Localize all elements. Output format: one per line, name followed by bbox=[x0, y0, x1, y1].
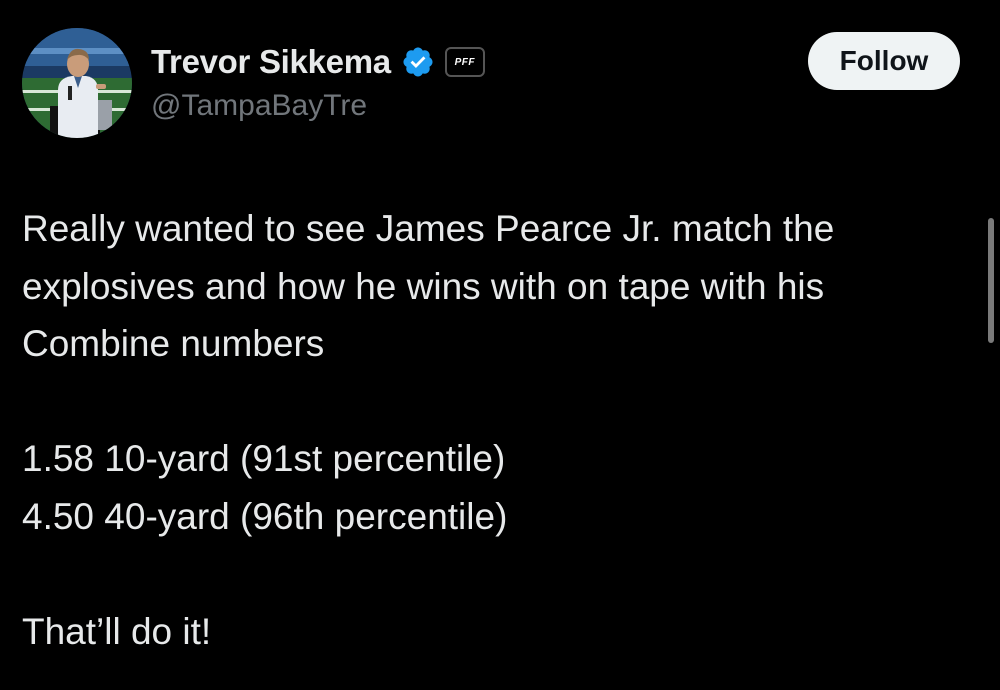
author-name-row: Trevor Sikkema PFF bbox=[151, 41, 485, 83]
affiliate-badge[interactable]: PFF bbox=[444, 47, 485, 77]
follow-button[interactable]: Follow bbox=[808, 32, 960, 90]
tweet-text-line: explosives and how he wins with on tape … bbox=[22, 265, 825, 307]
paragraph-break bbox=[22, 545, 962, 603]
scrollbar-thumb[interactable] bbox=[988, 218, 994, 343]
tweet-closing-line: That’ll do it! bbox=[22, 610, 212, 652]
tweet-card: Trevor Sikkema PFF @TampaBayTre Follow R… bbox=[0, 0, 1000, 690]
tweet-text: Really wanted to see James Pearce Jr. ma… bbox=[22, 200, 962, 660]
paragraph-break bbox=[22, 373, 962, 431]
affiliate-badge-label: PFF bbox=[454, 56, 475, 68]
verified-badge-icon[interactable] bbox=[401, 45, 435, 79]
author-handle[interactable]: @TampaBayTre bbox=[151, 89, 367, 123]
tweet-stat-line: 4.50 40-yard (96th percentile) bbox=[22, 495, 508, 537]
avatar[interactable] bbox=[22, 28, 132, 138]
avatar-image bbox=[22, 28, 132, 138]
author-display-name[interactable]: Trevor Sikkema bbox=[151, 43, 391, 81]
tweet-text-line: Combine numbers bbox=[22, 323, 325, 364]
tweet-stat-line: 1.58 10-yard (91st percentile) bbox=[22, 438, 506, 479]
tweet-text-line: Really wanted to see James Pearce Jr. ma… bbox=[22, 208, 835, 249]
